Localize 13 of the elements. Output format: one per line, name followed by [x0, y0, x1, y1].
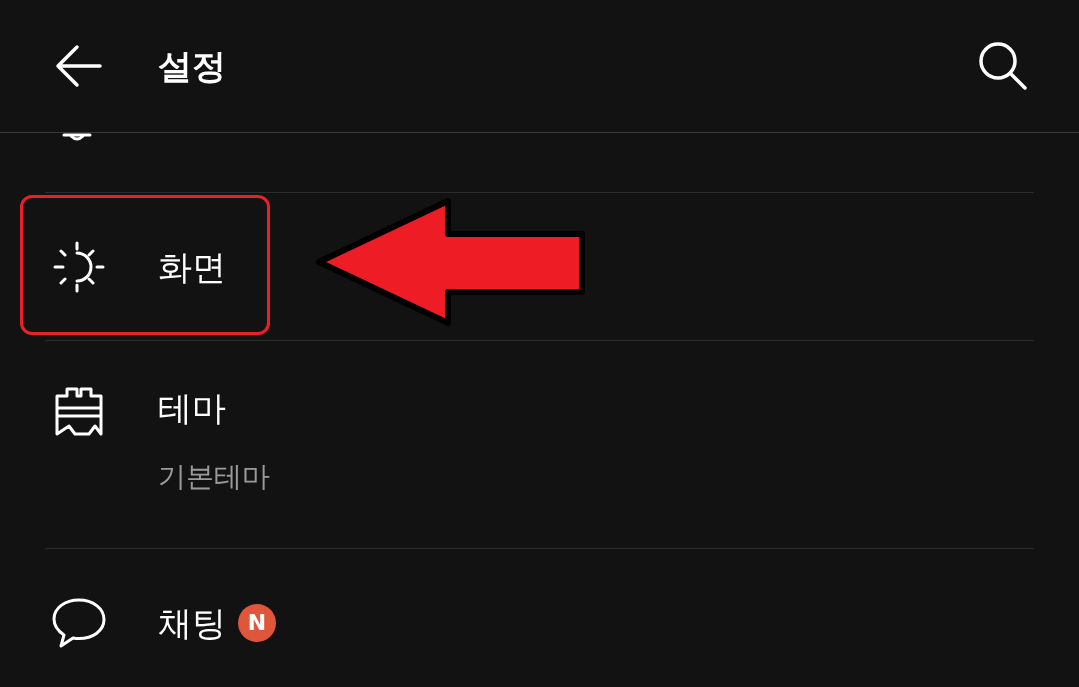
row-subtitle: 기본테마 — [158, 459, 270, 495]
settings-row[interactable]: 채팅 N — [45, 548, 1034, 687]
new-badge: N — [238, 603, 276, 642]
paint-brush-icon — [53, 386, 105, 438]
chat-bubble-icon — [51, 596, 107, 649]
settings-row[interactable]: 테마 기본테마 — [45, 340, 1034, 548]
screen-title: 설정 — [158, 44, 226, 88]
search-icon — [978, 41, 1028, 91]
row-title: 화면 — [158, 245, 226, 289]
row-title: 채팅 — [158, 601, 226, 645]
back-arrow-icon — [54, 44, 102, 88]
row-title: 테마 — [158, 387, 226, 430]
search-button[interactable] — [977, 40, 1029, 92]
